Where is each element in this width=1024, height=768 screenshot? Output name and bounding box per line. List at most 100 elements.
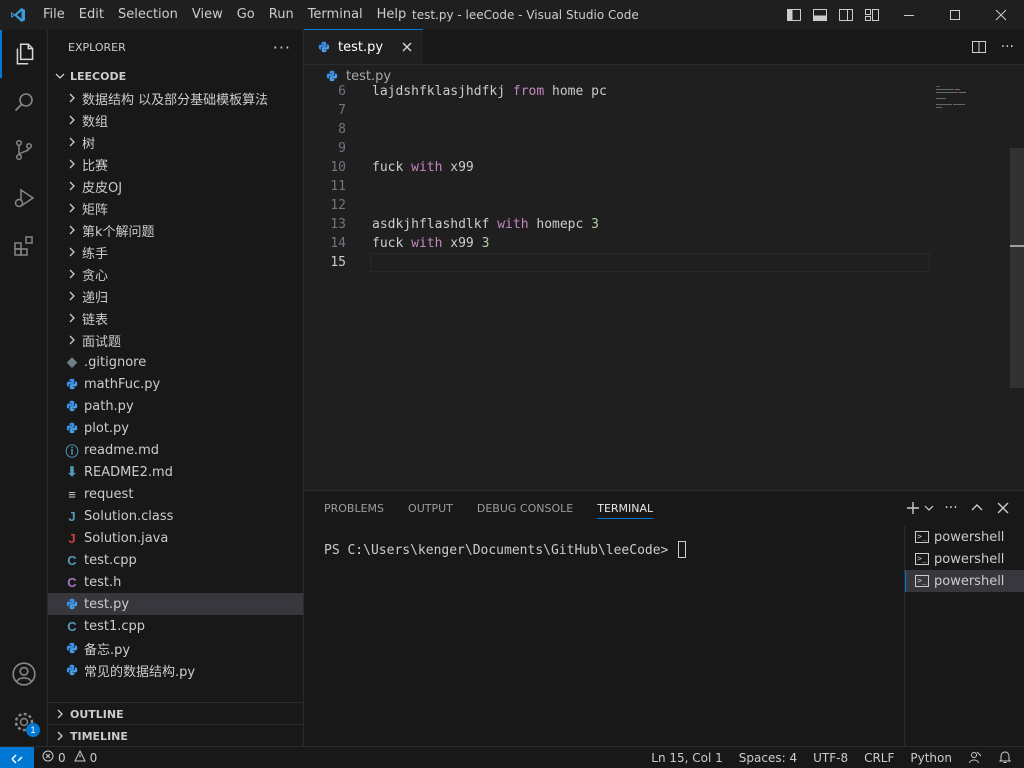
maximize-icon[interactable]: [932, 0, 978, 30]
tab-problems[interactable]: PROBLEMS: [316, 491, 392, 526]
toggle-primary-sidebar-icon[interactable]: [784, 4, 804, 26]
folder-item[interactable]: 链表: [48, 307, 303, 329]
menu-terminal[interactable]: Terminal: [301, 4, 370, 26]
folder-item[interactable]: 面试题: [48, 329, 303, 351]
new-terminal-icon[interactable]: [904, 499, 922, 517]
explorer-icon[interactable]: [0, 30, 48, 78]
line-number: 14: [330, 236, 346, 251]
tab-terminal[interactable]: TERMINAL: [589, 491, 661, 526]
timeline-section[interactable]: TIMELINE: [48, 724, 304, 747]
folder-item[interactable]: 练手: [48, 241, 303, 263]
file-item[interactable]: ≡ request: [48, 483, 303, 505]
folder-label: 比赛: [82, 158, 109, 174]
bottom-panel: PROBLEMS OUTPUT DEBUG CONSOLE TERMINAL ·…: [304, 490, 1024, 747]
editor-scrollbar[interactable]: [1010, 148, 1024, 388]
source-control-icon[interactable]: [0, 126, 48, 174]
terminal-icon: >_: [915, 531, 929, 543]
folder-item[interactable]: 贪心: [48, 263, 303, 285]
file-item[interactable]: plot.py: [48, 417, 303, 439]
more-actions-icon[interactable]: ···: [1001, 39, 1014, 59]
scrollbar-cursor-marker: [1010, 245, 1024, 247]
file-item[interactable]: mathFuc.py: [48, 373, 303, 395]
close-tab-icon[interactable]: [399, 39, 415, 55]
menu-help[interactable]: Help: [370, 4, 414, 26]
keyword-token: with: [497, 217, 529, 232]
encoding[interactable]: UTF-8: [813, 751, 848, 765]
run-debug-icon[interactable]: [0, 174, 48, 222]
extensions-icon[interactable]: [0, 222, 48, 270]
folder-item[interactable]: 比赛: [48, 153, 303, 175]
menu-file[interactable]: File: [36, 4, 72, 26]
tab-debug-console[interactable]: DEBUG CONSOLE: [469, 491, 581, 526]
file-item[interactable]: J Solution.java: [48, 527, 303, 549]
folder-item[interactable]: 递归: [48, 285, 303, 307]
terminal-instance-label: powershell: [934, 529, 1005, 545]
folder-item[interactable]: 数据结构 以及部分基础模板算法: [48, 87, 303, 109]
maximize-panel-chevron-up-icon[interactable]: [968, 499, 986, 517]
menu-selection[interactable]: Selection: [111, 4, 185, 26]
code-line: 10 fuck with x99: [304, 158, 944, 177]
indentation[interactable]: Spaces: 4: [739, 751, 797, 765]
folder-item[interactable]: 树: [48, 131, 303, 153]
folder-label: 面试题: [82, 334, 122, 350]
tab-output[interactable]: OUTPUT: [400, 491, 461, 526]
keyword-token: with: [411, 236, 443, 251]
file-item[interactable]: 备忘.py: [48, 637, 303, 659]
file-item[interactable]: test.py: [48, 593, 303, 615]
terminal-output[interactable]: PS C:\Users\kenger\Documents\GitHub\leeC…: [324, 541, 687, 558]
menu-bar: File Edit Selection View Go Run Terminal…: [36, 0, 413, 30]
minimize-icon[interactable]: [886, 0, 932, 30]
file-item[interactable]: ⬇ README2.md: [48, 461, 303, 483]
search-icon[interactable]: [0, 78, 48, 126]
panel-actions: ···: [904, 499, 1012, 517]
menu-view[interactable]: View: [185, 4, 230, 26]
menu-edit[interactable]: Edit: [72, 4, 111, 26]
notifications-bell-icon[interactable]: [998, 750, 1012, 767]
folder-item[interactable]: 皮皮OJ: [48, 175, 303, 197]
folder-label: 数组: [82, 114, 109, 130]
file-item[interactable]: Ctest.cpp: [48, 549, 303, 571]
folder-item[interactable]: 数组: [48, 109, 303, 131]
code-line: 15: [304, 253, 944, 272]
feedback-icon[interactable]: [968, 750, 982, 767]
file-item[interactable]: ⓘ readme.md: [48, 439, 303, 461]
folder-item[interactable]: 矩阵: [48, 197, 303, 219]
close-window-icon[interactable]: [978, 0, 1024, 30]
toggle-panel-icon[interactable]: [810, 4, 830, 26]
file-item[interactable]: Ctest.h: [48, 571, 303, 593]
line-text: fuck with x99 3: [372, 234, 489, 253]
end-of-line[interactable]: CRLF: [864, 751, 894, 765]
folder-item[interactable]: 第k个解问题: [48, 219, 303, 241]
terminal-instance[interactable]: >_ powershell: [905, 570, 1024, 592]
code-line: 6 lajdshfklasjhdfkj from home pc: [304, 82, 944, 101]
file-item[interactable]: 常见的数据结构.py: [48, 659, 303, 681]
file-label: README2.md: [84, 464, 173, 480]
account-icon[interactable]: [0, 650, 48, 698]
chevron-right-icon: [64, 134, 80, 150]
more-actions-icon[interactable]: ···: [942, 499, 960, 517]
toggle-secondary-sidebar-icon[interactable]: [836, 4, 856, 26]
close-panel-icon[interactable]: [994, 499, 1012, 517]
language-mode[interactable]: Python: [910, 751, 952, 765]
tab-test-py[interactable]: test.py: [304, 29, 423, 64]
terminal-instance[interactable]: >_ powershell: [905, 548, 1024, 570]
project-root[interactable]: LEECODE: [48, 65, 303, 87]
problems-indicator[interactable]: 0 0: [34, 749, 97, 765]
menu-go[interactable]: Go: [230, 4, 262, 26]
file-item[interactable]: path.py: [48, 395, 303, 417]
file-item[interactable]: J Solution.class: [48, 505, 303, 527]
minimap[interactable]: [934, 82, 1010, 122]
terminal-instance[interactable]: >_ powershell: [905, 526, 1024, 548]
customize-layout-icon[interactable]: [862, 4, 882, 26]
settings-gear-icon[interactable]: 1: [0, 698, 48, 746]
file-item[interactable]: ◆ .gitignore: [48, 351, 303, 373]
more-actions-icon[interactable]: ···: [273, 38, 291, 57]
terminal-dropdown-chevron-icon[interactable]: [924, 499, 934, 517]
outline-section[interactable]: OUTLINE: [48, 702, 304, 725]
cursor-position[interactable]: Ln 15, Col 1: [651, 751, 723, 765]
menu-run[interactable]: Run: [262, 4, 301, 26]
file-item[interactable]: Ctest1.cpp: [48, 615, 303, 637]
split-editor-icon[interactable]: [971, 39, 987, 59]
remote-indicator-icon[interactable]: [0, 746, 34, 768]
code-line: 8: [304, 120, 944, 139]
